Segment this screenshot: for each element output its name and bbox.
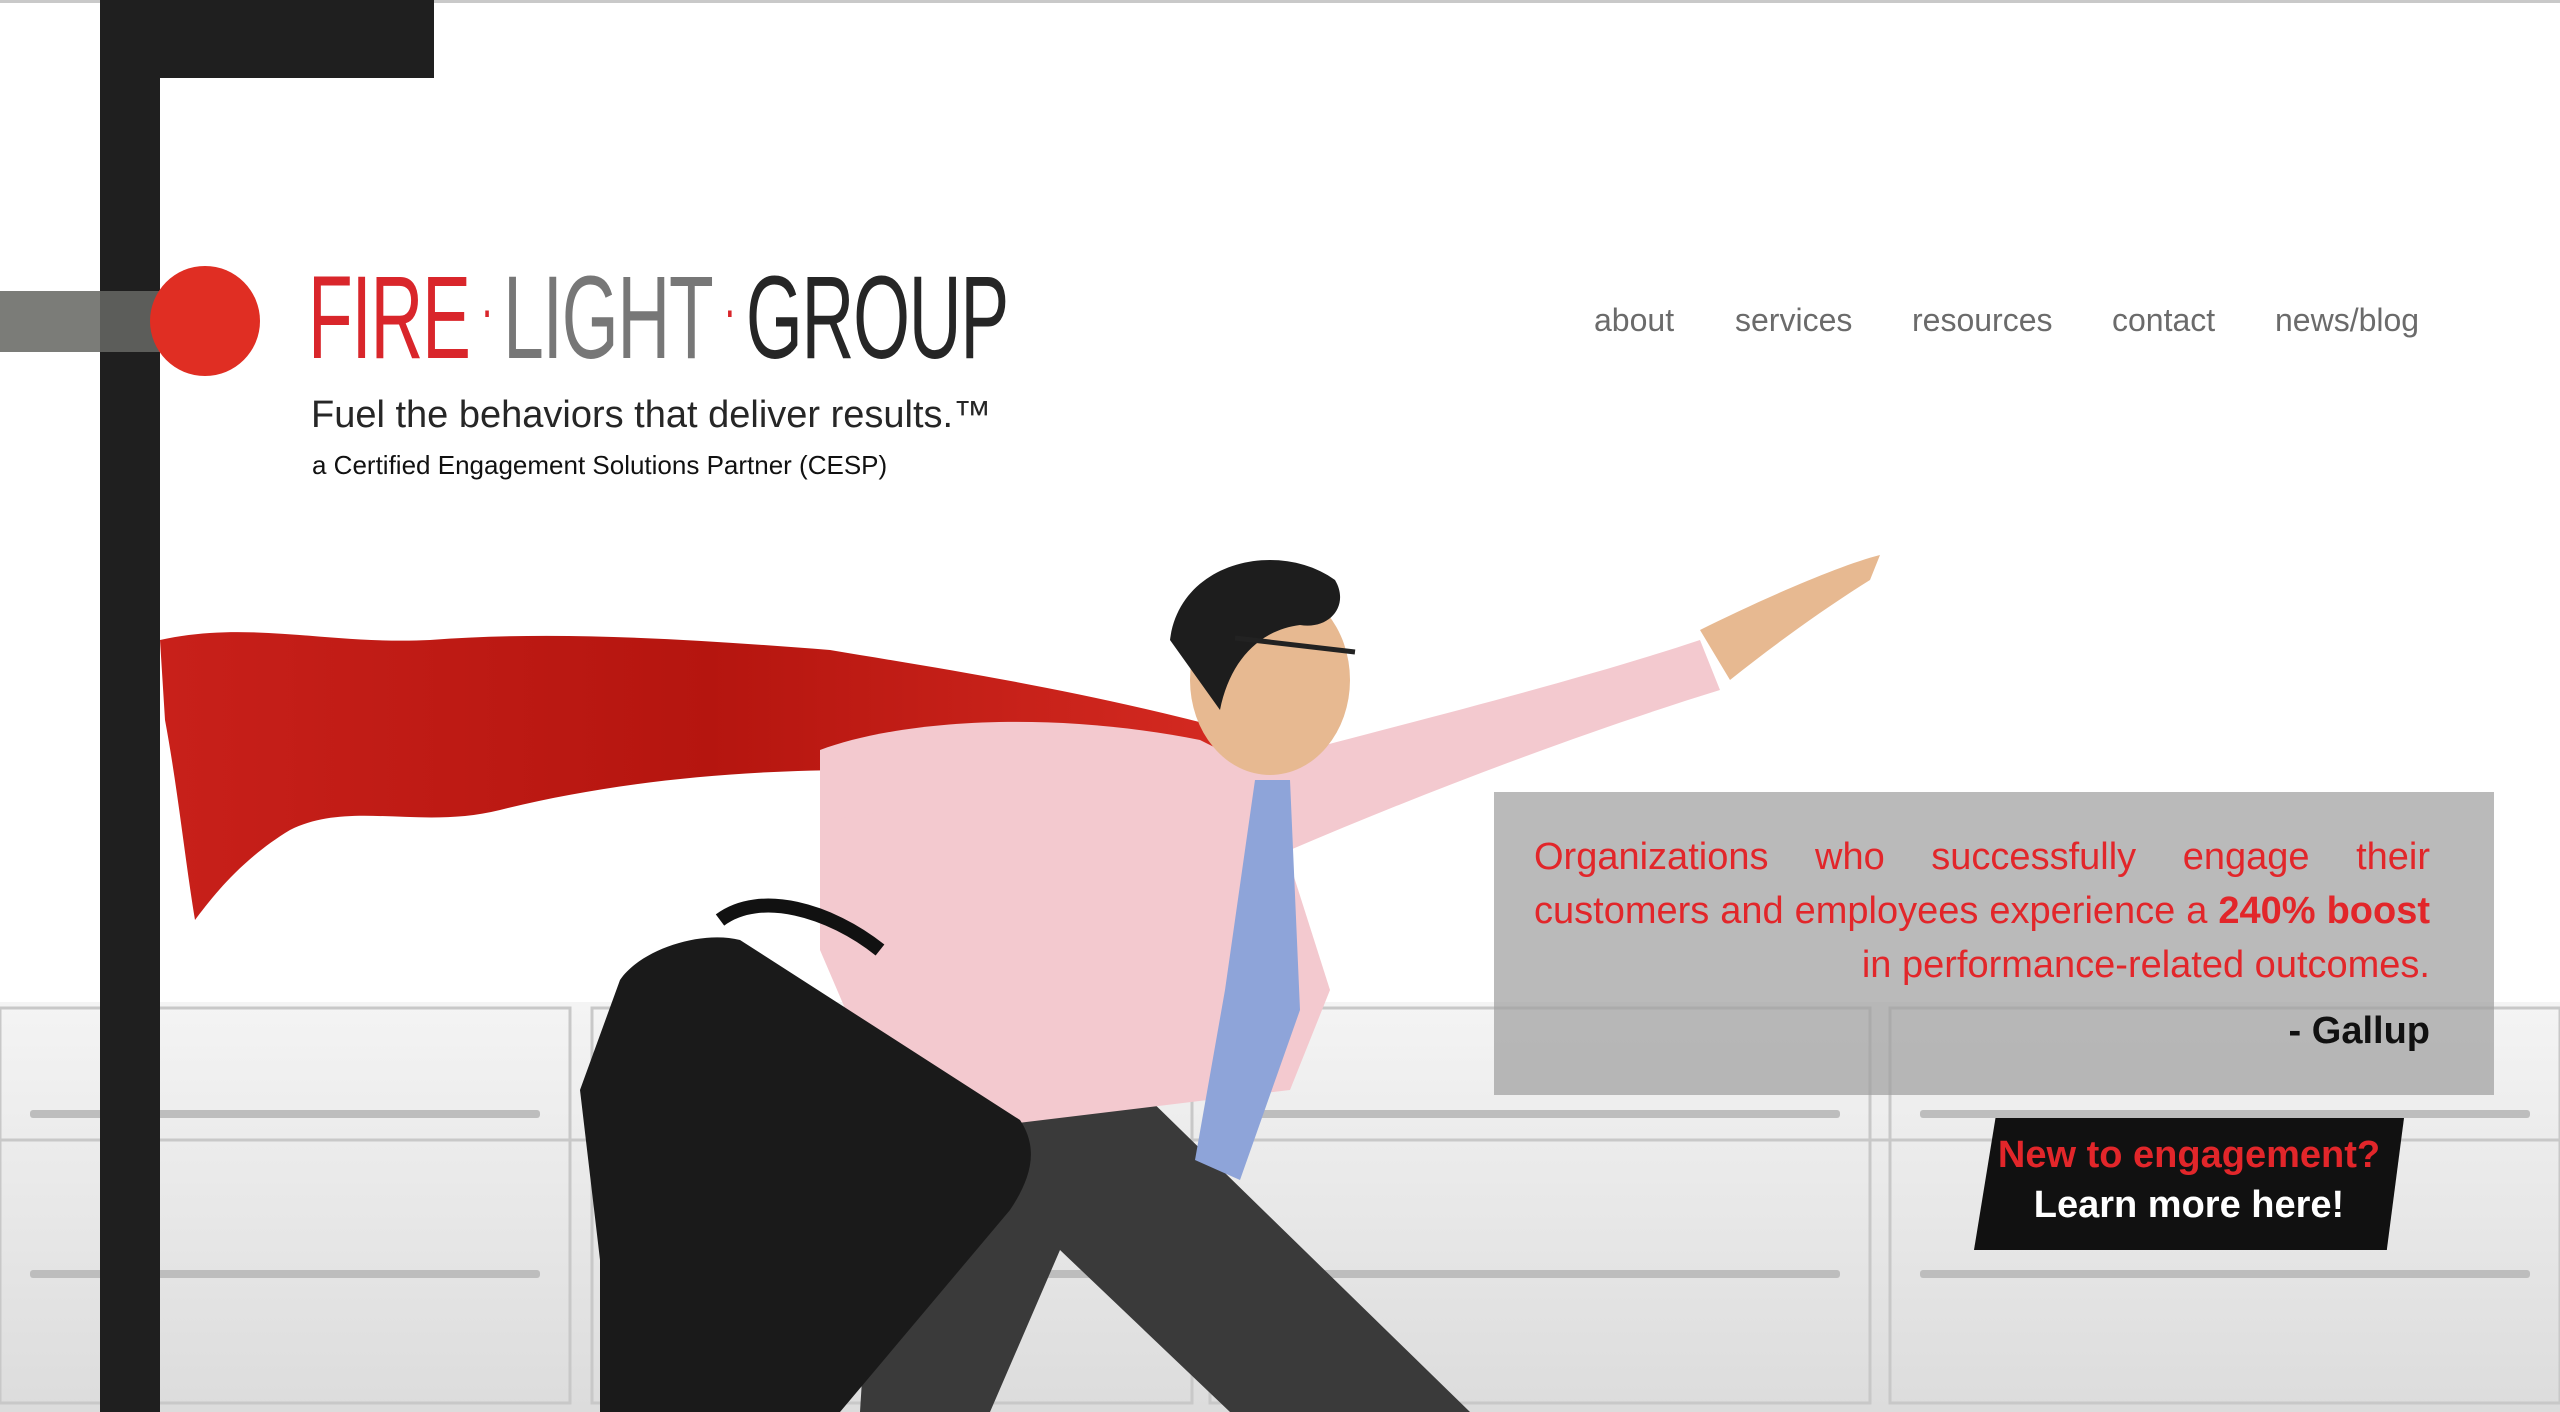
nav-item-services[interactable]: services <box>1735 302 1852 339</box>
logo-word-fire: FIRE <box>308 252 471 384</box>
cta-line1: New to engagement? <box>1997 1134 2381 1176</box>
nav-item-news-blog[interactable]: news/blog <box>2275 302 2419 339</box>
tagline: Fuel the behaviors that deliver results.… <box>311 394 992 436</box>
quote-box: Organizations who successfully engage th… <box>1494 792 2494 1095</box>
site-logo[interactable]: FIRE ·LIGHT ·GROUP <box>308 250 1009 378</box>
logo-red-dot-icon <box>150 266 260 376</box>
cta-line2: Learn more here! <box>2033 1184 2345 1226</box>
logo-separator: · <box>480 276 493 343</box>
frame-vertical-bar <box>100 0 160 1412</box>
nav-item-contact[interactable]: contact <box>2112 302 2215 339</box>
certification-text: a Certified Engagement Solutions Partner… <box>312 450 888 480</box>
logo-word-light: LIGHT <box>503 252 713 384</box>
quote-source: - Gallup <box>2288 1010 2430 1052</box>
nav-item-resources[interactable]: resources <box>1912 302 2053 339</box>
frame-top-bar <box>100 0 434 78</box>
quote-text: Organizations who successfully engage th… <box>1534 830 2430 992</box>
quote-text-part2: in performance-related outcomes. <box>1861 944 2430 986</box>
learn-more-button[interactable]: New to engagement? Learn more here! <box>1974 1118 2404 1250</box>
nav-item-about[interactable]: about <box>1594 302 1674 339</box>
logo-word-group: GROUP <box>745 252 1009 384</box>
logo-separator: · <box>723 276 736 343</box>
quote-highlight: 240% boost <box>2218 890 2431 932</box>
